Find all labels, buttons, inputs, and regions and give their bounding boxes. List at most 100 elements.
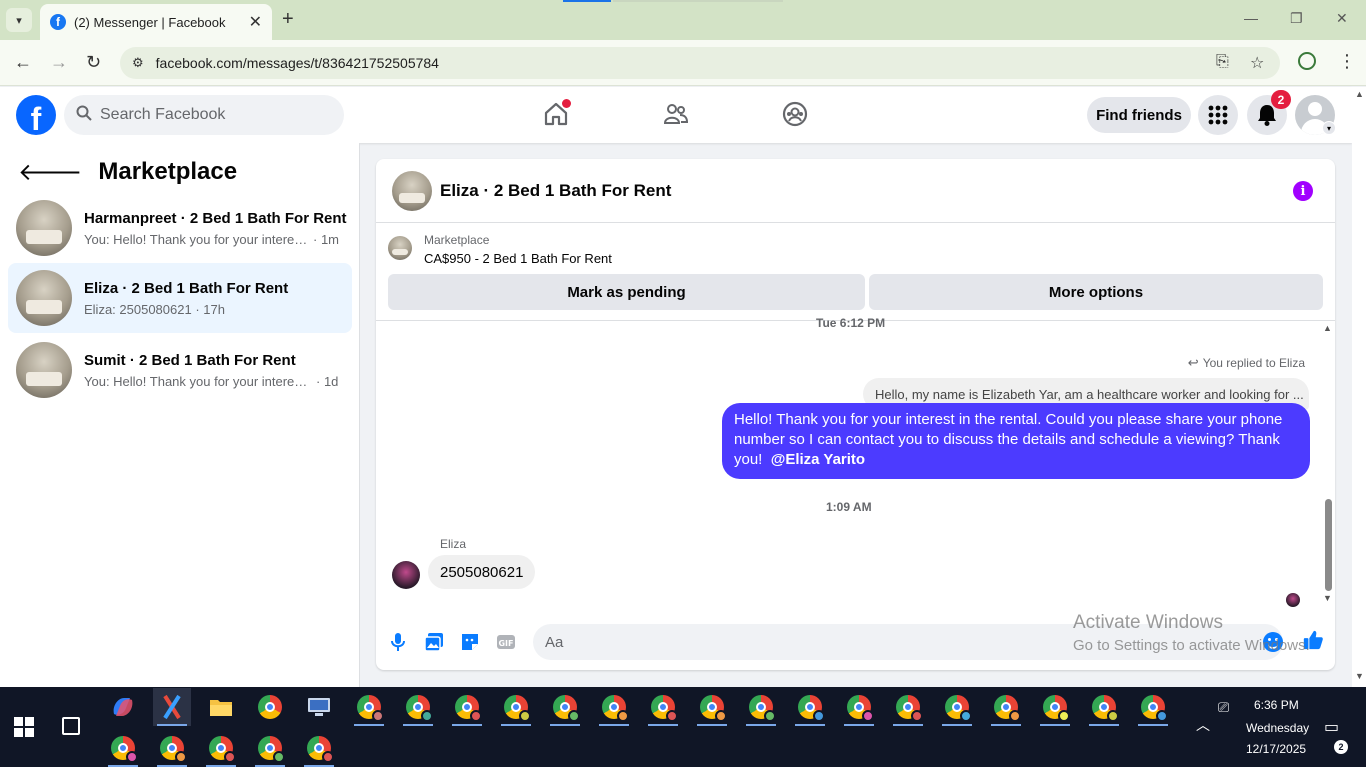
listing-thumbnail — [16, 270, 72, 326]
chrome-profile-icon[interactable] — [399, 688, 437, 726]
chrome-profile-icon[interactable] — [251, 729, 289, 767]
install-app-icon[interactable]: ⎘ — [1216, 53, 1229, 71]
chrome-profile-icon[interactable] — [350, 688, 388, 726]
show-hidden-icons-chevron-up-icon[interactable]: ︿ — [1196, 715, 1210, 735]
close-window-button[interactable]: ✕ — [1336, 10, 1348, 27]
chrome-profile-icon[interactable] — [840, 688, 878, 726]
browser-toolbar: ← → ↻ ⚙ facebook.com/messages/t/83642175… — [0, 40, 1366, 86]
chrome-profile-icon[interactable] — [1036, 688, 1074, 726]
conversation-name: Eliza · 2 Bed 1 Bath For Rent — [84, 279, 289, 297]
search-box[interactable] — [64, 95, 344, 135]
clock-day[interactable]: Wednesday — [1246, 721, 1309, 735]
friends-nav-icon[interactable] — [661, 99, 691, 129]
bookmark-star-icon[interactable]: ☆ — [1250, 53, 1264, 73]
page-scrollbar[interactable]: ▲ ▼ — [1352, 87, 1366, 687]
thumbs-up-icon[interactable] — [1302, 629, 1324, 651]
browser-tab-messenger[interactable]: f (2) Messenger | Facebook ✕ — [40, 4, 272, 40]
chrome-profile-icon[interactable] — [644, 688, 682, 726]
outgoing-message-bubble[interactable]: Hello! Thank you for your interest in th… — [722, 403, 1310, 479]
address-bar[interactable]: ⚙ facebook.com/messages/t/83642175250578… — [120, 47, 1280, 79]
browser-profile-icon[interactable] — [1298, 52, 1316, 70]
conversation-item-active[interactable]: Eliza · 2 Bed 1 Bath For Rent Eliza: 250… — [8, 263, 352, 333]
chrome-profile-icon[interactable] — [693, 688, 731, 726]
reload-icon[interactable]: ↻ — [86, 52, 101, 73]
clock-time[interactable]: 6:36 PM — [1254, 698, 1299, 712]
timestamp: Tue 6:12 PM — [816, 316, 886, 330]
chrome-profile-icon[interactable] — [202, 729, 240, 767]
sender-name: Eliza — [440, 537, 467, 551]
find-friends-button[interactable]: Find friends — [1087, 97, 1191, 133]
scroll-down-icon[interactable]: ▼ — [1323, 593, 1332, 603]
scroll-down-icon[interactable]: ▼ — [1355, 671, 1364, 681]
windows-start-icon[interactable] — [14, 717, 34, 737]
more-options-button[interactable]: More options — [869, 274, 1323, 310]
message-input[interactable] — [533, 624, 1283, 660]
conversation-time: · 1m — [313, 231, 339, 247]
menu-grid-button[interactable] — [1198, 95, 1238, 135]
chevron-down-icon[interactable]: ▾ — [1322, 121, 1336, 135]
chrome-profile-icon[interactable] — [497, 688, 535, 726]
chrome-profile-icon[interactable] — [448, 688, 486, 726]
minimize-button[interactable]: — — [1244, 10, 1258, 26]
chrome-profile-icon[interactable] — [300, 729, 338, 767]
messages-scrollbar[interactable]: ▲ ▼ — [1321, 321, 1335, 611]
conversation-item[interactable]: Sumit · 2 Bed 1 Bath For Rent You: Hello… — [8, 335, 352, 405]
copilot-icon[interactable] — [104, 688, 142, 726]
new-tab-button[interactable]: + — [282, 8, 294, 31]
microphone-icon[interactable] — [387, 631, 409, 653]
clock-date[interactable]: 12/17/2025 — [1246, 742, 1306, 756]
gif-icon[interactable]: GIF — [495, 631, 517, 653]
chrome-profile-icon[interactable] — [938, 688, 976, 726]
sender-avatar[interactable] — [392, 561, 420, 589]
chrome-profile-icon[interactable] — [546, 688, 584, 726]
site-info-icon[interactable]: ⚙ — [132, 55, 144, 71]
home-nav-icon[interactable] — [541, 99, 571, 129]
incoming-message-bubble[interactable]: 2505080621 — [428, 555, 536, 589]
chrome-profile-icon[interactable] — [1085, 688, 1123, 726]
back-arrow-icon[interactable]: ← — [14, 52, 32, 73]
groups-nav-icon[interactable] — [780, 99, 810, 129]
chrome-profile-icon[interactable] — [889, 688, 927, 726]
chrome-profile-icon[interactable] — [104, 729, 142, 767]
network-icon[interactable]: ⎚ — [1218, 699, 1229, 716]
scroll-up-icon[interactable]: ▲ — [1355, 89, 1364, 99]
mark-as-pending-button[interactable]: Mark as pending — [388, 274, 865, 310]
listing-summary[interactable]: Marketplace CA$950 - 2 Bed 1 Bath For Re… — [388, 233, 612, 266]
info-icon[interactable]: i — [1293, 181, 1313, 201]
browser-menu-icon[interactable]: ⋮ — [1338, 51, 1356, 72]
back-arrow-icon[interactable]: 🡐 — [18, 157, 82, 187]
chrome-profile-icon[interactable] — [595, 688, 633, 726]
photo-icon[interactable] — [423, 631, 445, 653]
url-text: facebook.com/messages/t/836421752505784 — [155, 55, 439, 71]
chrome-profile-icon[interactable] — [742, 688, 780, 726]
restore-button[interactable]: ❐ — [1290, 10, 1303, 27]
chrome-icon[interactable] — [251, 688, 289, 726]
scroll-up-icon[interactable]: ▲ — [1323, 323, 1332, 333]
task-view-icon[interactable] — [62, 717, 80, 735]
remote-desktop-icon[interactable] — [300, 688, 338, 726]
facebook-logo[interactable]: f — [16, 95, 56, 135]
chrome-profile-icon[interactable] — [153, 729, 191, 767]
mention-link[interactable]: @Eliza Yarito — [771, 451, 865, 468]
chat-title[interactable]: Eliza · 2 Bed 1 Bath For Rent — [440, 181, 671, 201]
conversation-item[interactable]: Harmanpreet · 2 Bed 1 Bath For Rent You:… — [8, 193, 352, 263]
sidebar-title: Marketplace — [98, 158, 238, 185]
emoji-icon[interactable] — [1263, 632, 1283, 652]
tab-search-button[interactable]: ▾ — [6, 8, 32, 32]
sticker-icon[interactable] — [459, 631, 481, 653]
tab-close-icon[interactable]: ✕ — [249, 12, 262, 32]
snipping-tool-icon[interactable] — [153, 688, 191, 726]
action-center-icon[interactable]: ▭ — [1324, 717, 1339, 737]
chrome-profile-icon[interactable] — [1134, 688, 1172, 726]
forward-arrow-icon[interactable]: → — [50, 52, 68, 73]
search-input[interactable] — [100, 106, 320, 124]
scrollbar-thumb[interactable] — [1325, 499, 1332, 591]
listing-thumbnail[interactable] — [392, 170, 432, 211]
chrome-profile-icon[interactable] — [987, 688, 1025, 726]
home-notification-dot — [562, 99, 571, 108]
timestamp: 1:09 AM — [826, 500, 872, 514]
chrome-profile-icon[interactable] — [791, 688, 829, 726]
file-explorer-icon[interactable] — [202, 688, 240, 726]
grid-icon — [1208, 105, 1228, 125]
marketplace-sidebar: 🡐 Marketplace Harmanpreet · 2 Bed 1 Bath… — [0, 143, 360, 687]
